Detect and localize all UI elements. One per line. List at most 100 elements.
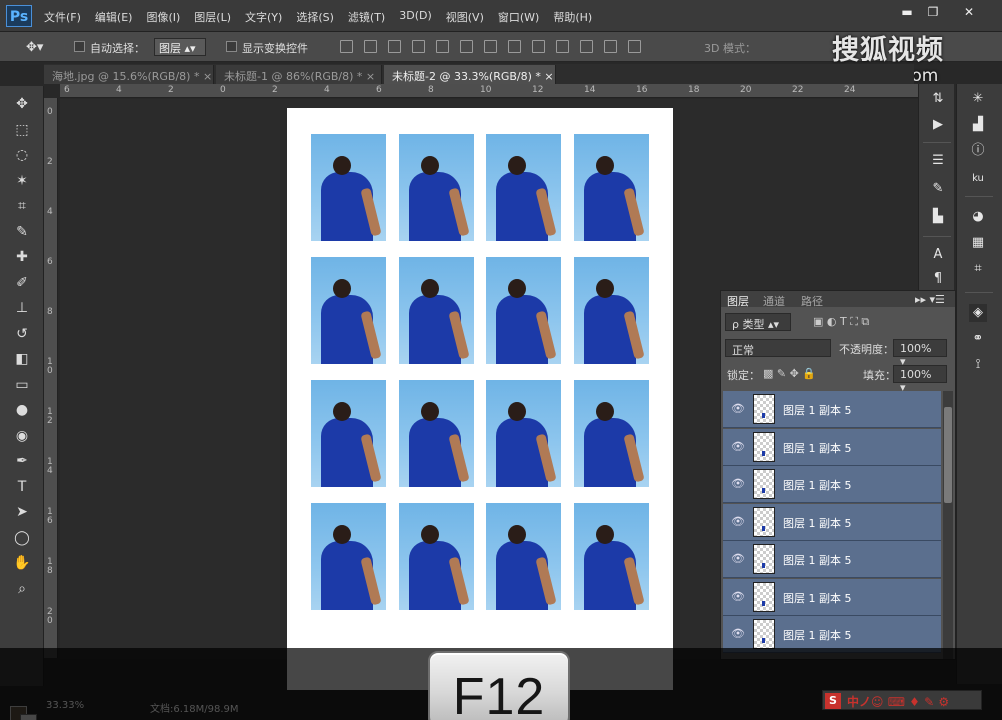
healing-tool-icon[interactable]: ✚ bbox=[12, 247, 32, 267]
zoom-tool-icon[interactable]: ⌕ bbox=[12, 579, 32, 599]
info-icon[interactable]: ⓘ bbox=[969, 142, 987, 160]
visibility-eye-icon[interactable]: 👁 bbox=[731, 627, 745, 641]
paths-icon[interactable]: ⟟ bbox=[969, 356, 987, 374]
auto-align-icon[interactable] bbox=[628, 40, 641, 53]
visibility-eye-icon[interactable]: 👁 bbox=[731, 477, 745, 491]
align-bottom-icon[interactable] bbox=[388, 40, 401, 53]
ellipse-tool-icon[interactable]: ◯ bbox=[12, 528, 32, 548]
layers-scrollbar[interactable] bbox=[943, 391, 953, 659]
menu-image[interactable]: 图像(I) bbox=[146, 9, 180, 25]
distribute-left-icon[interactable] bbox=[556, 40, 569, 53]
eraser-tool-icon[interactable]: ◧ bbox=[12, 349, 32, 369]
menu-edit[interactable]: 编辑(E) bbox=[95, 9, 133, 25]
adjust-sliders-icon[interactable]: ☰ bbox=[929, 152, 947, 170]
opacity-input[interactable]: 100% ▾ bbox=[893, 339, 947, 368]
align-left-icon[interactable] bbox=[412, 40, 425, 53]
blur-tool-icon[interactable]: ● bbox=[12, 400, 32, 420]
distribute-right-icon[interactable] bbox=[604, 40, 617, 53]
layer-row[interactable]: 👁 图层 1 副本 5 bbox=[723, 391, 941, 428]
menu-select[interactable]: 选择(S) bbox=[296, 9, 334, 25]
character-icon[interactable]: A bbox=[929, 246, 947, 264]
pen-tool-icon[interactable]: ✒ bbox=[12, 451, 32, 471]
histogram-icon[interactable]: ▟ bbox=[969, 116, 987, 134]
clone-source-icon[interactable]: ▙ bbox=[929, 208, 947, 226]
auto-select-checkbox[interactable] bbox=[74, 41, 85, 52]
tab-close-icon[interactable]: × bbox=[203, 70, 212, 83]
distribute-bottom-icon[interactable] bbox=[532, 40, 545, 53]
menu-window[interactable]: 窗口(W) bbox=[498, 9, 539, 25]
visibility-eye-icon[interactable]: 👁 bbox=[731, 515, 745, 529]
visibility-eye-icon[interactable]: 👁 bbox=[731, 590, 745, 604]
visibility-eye-icon[interactable]: 👁 bbox=[731, 440, 745, 454]
visibility-eye-icon[interactable]: 👁 bbox=[731, 552, 745, 566]
distribute-top-icon[interactable] bbox=[484, 40, 497, 53]
menu-3d[interactable]: 3D(D) bbox=[399, 9, 432, 25]
stamp-tool-icon[interactable]: ⊥ bbox=[12, 298, 32, 318]
align-hcenter-icon[interactable] bbox=[436, 40, 449, 53]
hand-tool-icon[interactable]: ✋ bbox=[12, 553, 32, 573]
visibility-eye-icon[interactable]: 👁 bbox=[731, 402, 745, 416]
tab-channels[interactable]: 通道 bbox=[763, 293, 785, 309]
path-select-tool-icon[interactable]: ➤ bbox=[12, 502, 32, 522]
kuler-icon[interactable]: ku bbox=[969, 170, 987, 188]
blend-mode-dropdown[interactable]: 正常 bbox=[725, 339, 831, 357]
layer-row[interactable]: 👁 图层 1 副本 5 bbox=[723, 578, 941, 616]
menu-file[interactable]: 文件(F) bbox=[44, 9, 81, 25]
paragraph-icon[interactable]: ¶ bbox=[929, 270, 947, 288]
history-icon[interactable]: ⇅ bbox=[929, 90, 947, 108]
move-tool-icon[interactable]: ✥ bbox=[12, 94, 32, 114]
layer-row[interactable]: 👁 图层 1 副本 5 bbox=[723, 503, 941, 541]
layer-row[interactable]: 👁 图层 1 副本 5 bbox=[723, 541, 941, 578]
channels-icon[interactable]: ⚭ bbox=[969, 330, 987, 348]
type-tool-icon[interactable]: T bbox=[12, 477, 32, 497]
layer-row[interactable]: 👁 图层 1 副本 5 bbox=[723, 428, 941, 466]
show-transform-checkbox[interactable] bbox=[226, 41, 237, 52]
auto-select-dropdown[interactable]: 图层 ▴▾ bbox=[154, 38, 206, 56]
align-vcenter-icon[interactable] bbox=[364, 40, 377, 53]
crop-tool-icon[interactable]: ⌗ bbox=[12, 196, 32, 216]
menu-type[interactable]: 文字(Y) bbox=[245, 9, 282, 25]
align-right-icon[interactable] bbox=[460, 40, 473, 53]
lock-icons[interactable]: ▩ ✎ ✥ 🔒 bbox=[763, 367, 816, 380]
menu-layer[interactable]: 图层(L) bbox=[194, 9, 231, 25]
layer-row[interactable]: 👁 图层 1 副本 5 bbox=[723, 466, 941, 503]
swatches-icon[interactable]: ▦ bbox=[969, 234, 987, 252]
sogou-ime-icon[interactable]: S bbox=[825, 693, 841, 709]
magic-wand-tool-icon[interactable]: ✶ bbox=[12, 171, 32, 191]
tab-close-icon[interactable]: × bbox=[366, 70, 375, 83]
fill-input[interactable]: 100% ▾ bbox=[893, 365, 947, 394]
tab-untitled-1[interactable]: 未标题-1 @ 86%(RGB/8) * × bbox=[216, 65, 382, 84]
tab-untitled-2[interactable]: 未标题-2 @ 33.3%(RGB/8) * × bbox=[384, 65, 556, 84]
menu-filter[interactable]: 滤镜(T) bbox=[348, 9, 385, 25]
eyedropper-tool-icon[interactable]: ✎ bbox=[12, 222, 32, 242]
zoom-status[interactable]: 33.33% bbox=[46, 700, 84, 711]
color-icon[interactable]: ◕ bbox=[969, 208, 987, 226]
navigator-icon[interactable]: ✳ bbox=[969, 90, 987, 108]
close-button[interactable]: ✕ bbox=[954, 4, 984, 20]
layer-filter-dropdown[interactable]: ρ 类型 ▴▾ bbox=[725, 313, 791, 331]
menu-view[interactable]: 视图(V) bbox=[446, 9, 484, 25]
brush-tool-icon[interactable]: ✐ bbox=[12, 273, 32, 293]
history-brush-tool-icon[interactable]: ↺ bbox=[12, 324, 32, 344]
brush-presets-icon[interactable]: ✎ bbox=[929, 180, 947, 198]
move-tool-preset-icon[interactable]: ✥▾ bbox=[26, 40, 43, 55]
tab-close-icon[interactable]: × bbox=[544, 70, 553, 83]
styles-icon[interactable]: ⌗ bbox=[969, 260, 987, 278]
distribute-vcenter-icon[interactable] bbox=[508, 40, 521, 53]
marquee-tool-icon[interactable]: ⬚ bbox=[12, 120, 32, 140]
tab-paths[interactable]: 路径 bbox=[801, 293, 823, 309]
distribute-hcenter-icon[interactable] bbox=[580, 40, 593, 53]
gradient-tool-icon[interactable]: ▭ bbox=[12, 375, 32, 395]
layer-filter-icons[interactable]: ▣ ◐ T ⛶ ⧉ bbox=[813, 315, 869, 329]
layers-icon[interactable]: ◈ bbox=[969, 304, 987, 322]
tab-haidi[interactable]: 海地.jpg @ 15.6%(RGB/8) * × bbox=[44, 65, 214, 84]
restore-button[interactable]: ❐ bbox=[918, 4, 948, 20]
actions-play-icon[interactable]: ▶ bbox=[929, 116, 947, 134]
menu-help[interactable]: 帮助(H) bbox=[553, 9, 592, 25]
tab-layers[interactable]: 图层 bbox=[727, 293, 749, 309]
align-top-icon[interactable] bbox=[340, 40, 353, 53]
lasso-tool-icon[interactable]: ◌ bbox=[12, 145, 32, 165]
dodge-tool-icon[interactable]: ◉ bbox=[12, 426, 32, 446]
collapse-panel-icon[interactable]: ▸▸ ▾☰ bbox=[915, 293, 945, 306]
ime-toolbar[interactable]: S 中ノ☺ ⌨ ♦ ✎ ⚙ bbox=[822, 690, 982, 710]
